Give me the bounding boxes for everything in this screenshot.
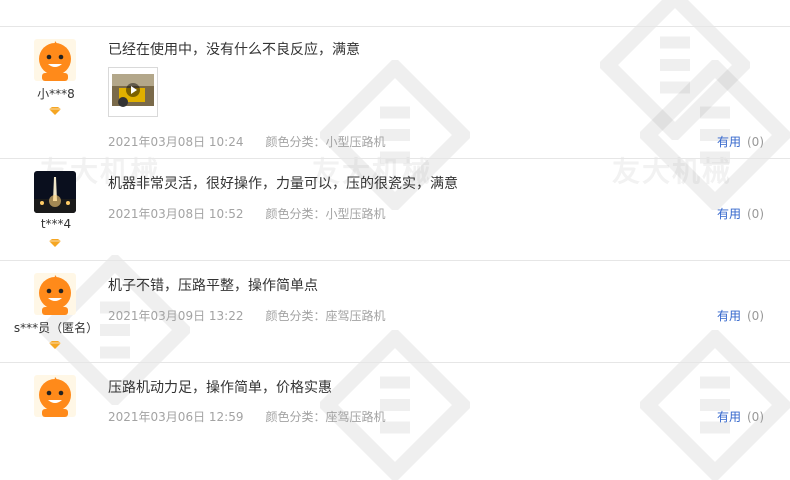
vip-diamond-icon: [49, 239, 61, 247]
avatar-cartoon-icon: [34, 273, 76, 315]
color-label: 颜色分类：: [265, 309, 326, 323]
review-content: 压路机动力足，操作简单，价格实惠: [108, 380, 332, 396]
review-item: t***4 机器非常灵活，很好操作，力量可以，压的很瓷实，满意 2021年03月…: [0, 158, 790, 261]
color-value: 小型压路机: [325, 207, 386, 221]
vip-diamond-icon: [49, 107, 61, 115]
useful-count: (0): [747, 410, 764, 424]
review-item: 小***8 已经在使用中，没有什么不良反应，满意 2021年03月08日 10:…: [0, 26, 790, 159]
useful-button[interactable]: 有用 (0): [717, 133, 764, 150]
reviewer-nick: t***4: [40, 217, 72, 231]
avatar[interactable]: [34, 375, 76, 417]
useful-count: (0): [747, 135, 764, 149]
useful-label[interactable]: 有用: [717, 135, 741, 149]
avatar-cartoon-icon: [34, 39, 76, 81]
review-video-thumbnail[interactable]: [108, 67, 158, 117]
review-date: 2021年03月08日 10:24: [108, 135, 244, 149]
review-date: 2021年03月06日 12:59: [108, 410, 244, 424]
color-label: 颜色分类：: [265, 207, 326, 221]
reviewer-nick: s***员（匿名）: [13, 321, 99, 335]
color-label: 颜色分类：: [265, 135, 326, 149]
avatar[interactable]: [34, 171, 76, 213]
video-thumbnail-icon: [112, 74, 154, 107]
review-content: 机子不错，压路平整，操作简单点: [108, 278, 318, 294]
review-meta: 2021年03月06日 12:59 颜色分类：座驾压路机: [108, 408, 386, 425]
color-value: 座驾压路机: [325, 410, 386, 424]
review-meta: 2021年03月08日 10:24 颜色分类：小型压路机: [108, 133, 386, 150]
review-content: 机器非常灵活，很好操作，力量可以，压的很瓷实，满意: [108, 176, 458, 192]
useful-button[interactable]: 有用 (0): [717, 408, 764, 425]
review-meta: 2021年03月08日 10:52 颜色分类：小型压路机: [108, 205, 386, 222]
avatar[interactable]: [34, 273, 76, 315]
useful-button[interactable]: 有用 (0): [717, 205, 764, 222]
review-date: 2021年03月08日 10:52: [108, 207, 244, 221]
useful-button[interactable]: 有用 (0): [717, 307, 764, 324]
useful-label[interactable]: 有用: [717, 309, 741, 323]
avatar-cartoon-icon: [34, 375, 76, 417]
review-meta: 2021年03月09日 13:22 颜色分类：座驾压路机: [108, 307, 386, 324]
reviewer-nick: 小***8: [37, 87, 75, 101]
review-item: 压路机动力足，操作简单，价格实惠 2021年03月06日 12:59 颜色分类：座…: [0, 362, 790, 425]
color-value: 小型压路机: [325, 135, 386, 149]
useful-label[interactable]: 有用: [717, 410, 741, 424]
review-date: 2021年03月09日 13:22: [108, 309, 244, 323]
avatar-photo-icon: [34, 171, 76, 213]
color-label: 颜色分类：: [265, 410, 326, 424]
useful-count: (0): [747, 309, 764, 323]
review-content: 已经在使用中，没有什么不良反应，满意: [108, 42, 360, 58]
useful-label[interactable]: 有用: [717, 207, 741, 221]
color-value: 座驾压路机: [325, 309, 386, 323]
avatar[interactable]: [34, 39, 76, 81]
vip-diamond-icon: [49, 341, 61, 349]
useful-count: (0): [747, 207, 764, 221]
review-item: s***员（匿名） 机子不错，压路平整，操作简单点 2021年03月09日 13…: [0, 260, 790, 363]
